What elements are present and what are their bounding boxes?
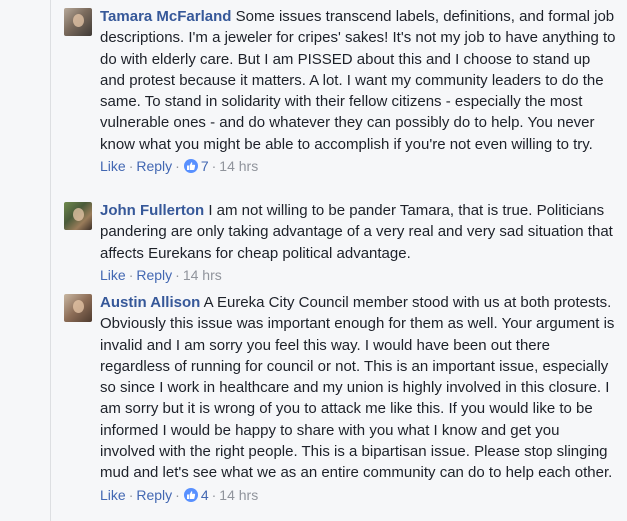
avatar[interactable] [64, 294, 92, 322]
comment-text-block: Tamara McFarland Some issues transcend l… [100, 6, 617, 155]
avatar[interactable] [64, 202, 92, 230]
avatar[interactable] [64, 8, 92, 36]
comment-actions: Like · Reply · 7 · 14 hrs [100, 158, 259, 175]
timestamp[interactable]: 14 hrs [219, 158, 258, 174]
comment-body: Austin Allison A Eureka City Council mem… [100, 292, 617, 505]
timestamp[interactable]: 14 hrs [183, 267, 222, 283]
thread-connector-line [50, 0, 51, 521]
reaction-count[interactable]: 4 [201, 487, 209, 503]
thumbs-up-icon[interactable] [183, 487, 198, 502]
timestamp[interactable]: 14 hrs [219, 487, 258, 503]
reply-button[interactable]: Reply [136, 267, 172, 283]
like-button[interactable]: Like [100, 267, 126, 283]
author-name[interactable]: Austin Allison [100, 294, 200, 311]
comment-actions: Like · Reply · 4 · 14 hrs [100, 486, 259, 503]
comment-actions: Like · Reply · 14 hrs [100, 266, 222, 283]
thumbs-up-icon[interactable] [183, 159, 198, 174]
reply-button[interactable]: Reply [136, 158, 172, 174]
like-button[interactable]: Like [100, 487, 126, 503]
reply-button[interactable]: Reply [136, 487, 172, 503]
comment-text-block: John Fullerton I am not willing to be pa… [100, 200, 617, 264]
author-name[interactable]: John Fullerton [100, 202, 204, 219]
author-name[interactable]: Tamara McFarland [100, 8, 231, 25]
comment-text: Some issues transcend labels, definition… [100, 8, 616, 153]
comment-text: A Eureka City Council member stood with … [100, 294, 615, 482]
like-button[interactable]: Like [100, 158, 126, 174]
reaction-count[interactable]: 7 [201, 158, 209, 174]
comment-text-block: Austin Allison A Eureka City Council mem… [100, 292, 617, 484]
comment-thread: Tamara McFarland Some issues transcend l… [0, 0, 627, 521]
comment-body: Tamara McFarland Some issues transcend l… [100, 6, 617, 176]
comment-body: John Fullerton I am not willing to be pa… [100, 200, 617, 285]
